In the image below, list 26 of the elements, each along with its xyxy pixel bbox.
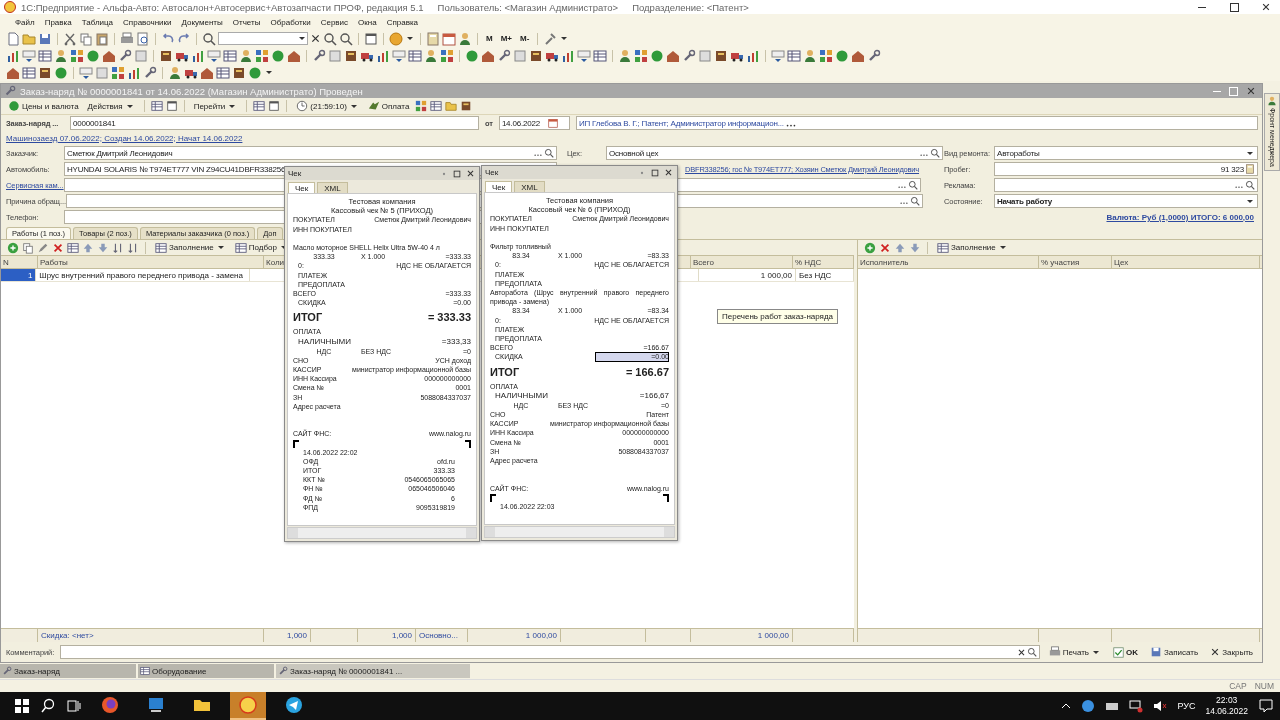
status-indicator: CAP (1229, 681, 1247, 691)
receipt-value: =166,67 (639, 390, 669, 401)
footer-cell: 1 000,00 (525, 631, 557, 640)
table-cell: 1 000,00 (699, 269, 796, 281)
window-title: Чек (485, 168, 499, 177)
table-cell: Без НДС (796, 269, 854, 281)
receipt-label: НАЛИЧНЫМИ (494, 390, 548, 401)
footer-cell: Основно... (419, 631, 458, 640)
receipt-value: = 166.67 (625, 364, 669, 380)
window-title: Чек (288, 169, 302, 178)
footer-cell: Скидка: <нет> (41, 631, 94, 640)
receipt-label: ИТОГ (490, 364, 520, 380)
user-label: Пользователь: <Магазин Администрато> (437, 1, 619, 13)
receipt-label: ИТОГ (293, 310, 323, 326)
table-cell: Шрус внутренний правого переднего привода - замена (36, 269, 251, 281)
document-title: Заказ-наряд № 0000001841 от 14.06.2022 (Магазин Администрато) Проведен (20, 85, 363, 97)
receipt-value: = 333.33 (427, 310, 471, 326)
tooltip: Перечень работ заказ-наряда (717, 309, 839, 324)
footer-cell: 1,000 (286, 631, 307, 640)
receipt-value: =333,33 (441, 336, 471, 347)
status-indicator: NUM (1254, 681, 1274, 691)
window-title: 1С:Предприятие - Альфа-Авто: Автосалон+Автосервис+Автозапчасти ПРОФ, редакция 5.1 (21, 1, 424, 13)
receipt-label: НАЛИЧНЫМИ (297, 336, 351, 347)
footer-cell: 1 000,00 (757, 631, 789, 640)
division-label: Подразделение: <Патент> (632, 1, 749, 13)
footer-cell: 1,000 (391, 631, 412, 640)
